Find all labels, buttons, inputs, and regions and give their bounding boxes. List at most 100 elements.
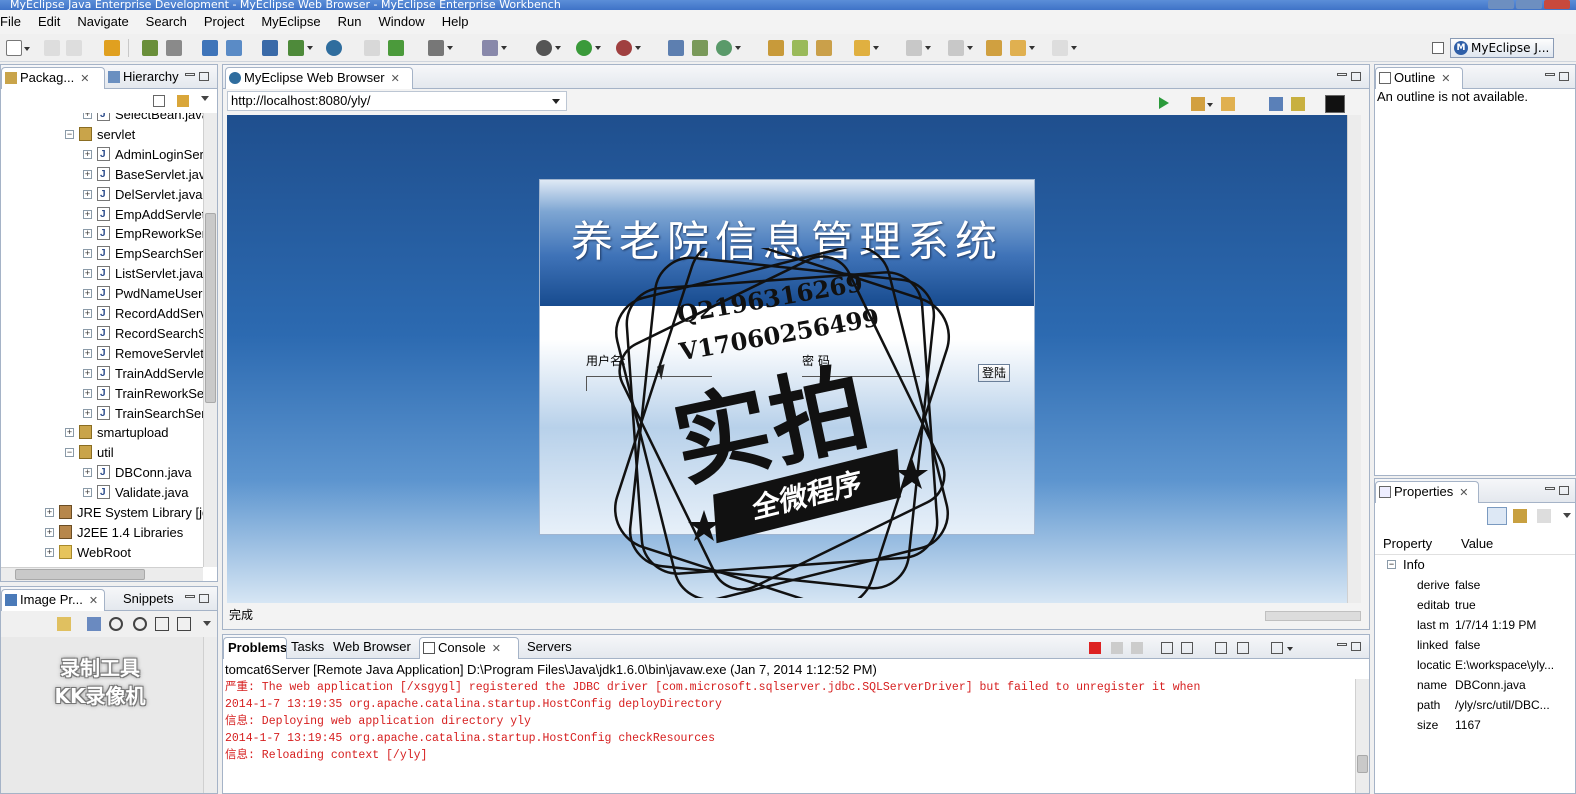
tree-item[interactable]: + SelectBean.java (83, 113, 203, 125)
tab-package-explorer[interactable]: Packag... ✕ (1, 67, 105, 89)
view-menu-icon[interactable] (1563, 513, 1571, 522)
property-row[interactable]: path/yly/src/util/DBC... (1375, 695, 1575, 715)
close-icon[interactable]: ✕ (1441, 73, 1450, 85)
build-icon[interactable] (142, 40, 158, 56)
username-input-underline[interactable] (586, 376, 712, 377)
annotation-icon[interactable] (854, 40, 879, 56)
close-icon[interactable]: ✕ (391, 73, 400, 85)
url-combobox[interactable]: http://localhost:8080/yly/ (227, 91, 567, 111)
deploy-manage-icon[interactable] (226, 40, 242, 56)
expand-toggle-icon[interactable]: + (83, 149, 92, 159)
tree-item[interactable]: + EmpSearchServlet (83, 244, 203, 264)
deploy-icon[interactable] (202, 40, 218, 56)
display-console-icon[interactable] (1237, 642, 1249, 654)
zoom-in-icon[interactable] (133, 617, 147, 631)
close-icon[interactable]: ✕ (89, 595, 98, 607)
open-folder-icon[interactable] (768, 40, 784, 56)
expand-toggle-icon[interactable]: + (83, 229, 92, 239)
tree-item[interactable]: + BaseServlet.java (83, 165, 203, 185)
fit-window-icon[interactable] (177, 617, 191, 631)
property-row[interactable]: name DBConn.java (1375, 675, 1575, 695)
new-web-project-icon[interactable] (262, 40, 278, 56)
expand-toggle-icon[interactable]: + (45, 527, 54, 537)
scrollbar-thumb[interactable] (1357, 755, 1368, 773)
expand-toggle-icon[interactable]: + (83, 488, 92, 498)
menu-project[interactable]: Project (196, 11, 253, 33)
pin-icon[interactable] (57, 617, 71, 631)
close-button[interactable] (1544, 0, 1570, 9)
tab-servers[interactable]: Servers (523, 637, 579, 659)
tree-item[interactable]: + PwdNameUserSer (83, 284, 203, 304)
actual-size-icon[interactable] (155, 617, 169, 631)
filter-icon[interactable] (1513, 509, 1527, 523)
expand-toggle-icon[interactable]: + (83, 368, 92, 378)
console-output[interactable]: 严重: The web application [/xsgygl] regist… (223, 679, 1355, 793)
tree-item[interactable]: + AdminLoginServle (83, 145, 203, 165)
window-layout-icon[interactable] (428, 40, 453, 56)
property-row[interactable]: derive false (1375, 575, 1575, 595)
tree-item[interactable]: + TrainSearchServle (83, 404, 203, 424)
tree-item[interactable]: + Validate.java (83, 483, 188, 503)
login-button[interactable]: 登陆 (978, 364, 1010, 382)
collapse-all-icon[interactable] (153, 95, 165, 107)
expand-toggle-icon[interactable]: + (83, 348, 92, 358)
expand-toggle-icon[interactable]: + (83, 388, 92, 398)
last-edit-icon[interactable] (986, 40, 1002, 56)
tree-item[interactable]: + RecordAddServle (83, 304, 203, 324)
minimize-button[interactable] (1488, 0, 1514, 9)
link-editor-icon[interactable] (177, 95, 189, 107)
zoom-out-icon[interactable] (109, 617, 123, 631)
tree-vertical-scrollbar[interactable] (203, 113, 217, 567)
clear-console-icon[interactable] (1161, 642, 1173, 654)
tab-hierarchy[interactable]: Hierarchy (105, 67, 185, 89)
preview-vertical-scrollbar[interactable] (203, 637, 217, 793)
refresh-icon[interactable] (1269, 97, 1283, 111)
dropdown-icon[interactable] (1287, 647, 1293, 654)
view-minmax[interactable] (1545, 70, 1575, 82)
server-icon[interactable] (166, 40, 182, 56)
tree-item[interactable]: + WebRoot (45, 543, 131, 563)
tab-tasks[interactable]: Tasks (287, 637, 329, 659)
tree-item[interactable]: + RemoveServlet.jav (83, 344, 203, 364)
tree-item[interactable]: + EmpReworkServle (83, 224, 203, 244)
save-all-icon[interactable] (66, 40, 82, 56)
menu-help[interactable]: Help (434, 11, 478, 33)
expand-toggle-icon[interactable]: − (65, 129, 74, 139)
view-minmax[interactable] (1545, 484, 1575, 496)
dropdown-icon[interactable] (1207, 103, 1213, 110)
expand-toggle-icon[interactable]: + (83, 189, 92, 199)
menu-file[interactable]: File (0, 11, 30, 33)
scroll-lock-icon[interactable] (1181, 642, 1193, 654)
view-menu-icon[interactable] (203, 621, 211, 630)
view-minmax[interactable] (1337, 70, 1367, 82)
back-icon[interactable] (1010, 40, 1035, 56)
tab-image-preview[interactable]: Image Pr... ✕ (1, 589, 105, 611)
expand-toggle-icon[interactable]: + (65, 428, 74, 438)
expand-toggle-icon[interactable]: + (83, 269, 92, 279)
back-icon[interactable] (1191, 97, 1205, 111)
password-input-underline[interactable] (802, 376, 920, 377)
forward-icon[interactable] (1221, 97, 1235, 111)
categories-icon[interactable] (1487, 507, 1507, 525)
property-row[interactable]: last m 1/7/14 1:19 PM (1375, 615, 1575, 635)
expand-toggle-icon[interactable]: + (83, 113, 92, 119)
perspective-switcher[interactable]: MyEclipse J... (1450, 38, 1554, 58)
menu-search[interactable]: Search (138, 11, 196, 33)
tree-item[interactable]: + ListServlet.java (83, 264, 203, 284)
menu-window[interactable]: Window (370, 11, 433, 33)
open-perspective-icon[interactable] (482, 40, 507, 56)
expand-toggle-icon[interactable]: + (83, 289, 92, 299)
tree-item[interactable]: + TrainAddServlet.ja (83, 364, 203, 384)
browser-icon[interactable] (326, 40, 342, 56)
expand-toggle-icon[interactable]: + (83, 309, 92, 318)
close-icon[interactable]: ✕ (1459, 487, 1468, 499)
maximize-button[interactable] (1516, 0, 1542, 9)
expand-toggle-icon[interactable]: + (83, 169, 92, 179)
tree-item[interactable]: + DBConn.java (83, 463, 192, 483)
tree-item[interactable]: + smartupload (65, 423, 169, 443)
menu-run[interactable]: Run (330, 11, 371, 33)
menu-navigate[interactable]: Navigate (69, 11, 137, 33)
run-server-icon[interactable] (288, 40, 313, 56)
expand-toggle-icon[interactable]: + (83, 209, 92, 219)
new-wizard-icon[interactable] (716, 40, 741, 56)
